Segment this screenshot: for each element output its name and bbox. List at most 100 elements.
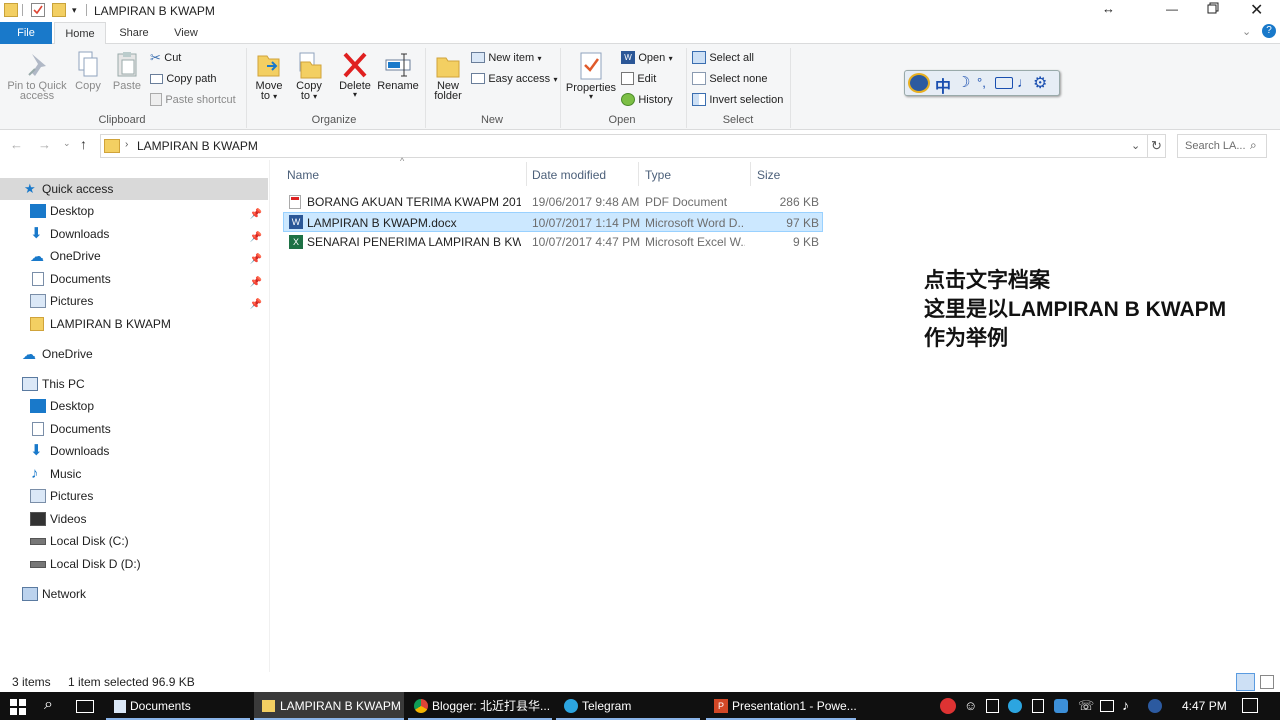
- breadcrumb-current[interactable]: LAMPIRAN B KWAPM: [137, 139, 258, 153]
- nav-pc-local-disk-c[interactable]: Local Disk (C:): [0, 530, 268, 552]
- column-header-type[interactable]: Type: [645, 166, 671, 184]
- taskbar-chrome[interactable]: Blogger: 北近打县华...: [408, 692, 552, 720]
- tab-file[interactable]: File: [0, 22, 52, 44]
- tray-person-icon[interactable]: ☺: [964, 698, 977, 713]
- action-center-icon[interactable]: [1242, 698, 1258, 713]
- tray-device-icon[interactable]: [1032, 699, 1044, 713]
- tray-chat-icon[interactable]: [1054, 699, 1068, 713]
- close-button[interactable]: ✕: [1250, 0, 1263, 20]
- new-folder-quick-icon[interactable]: [52, 3, 66, 17]
- cut-button[interactable]: ✂ Cut: [150, 48, 181, 66]
- customize-quick-access-icon[interactable]: ▾: [72, 5, 77, 16]
- ime-keyboard-icon[interactable]: [995, 77, 1013, 89]
- nav-quick-access[interactable]: ★ Quick access: [0, 178, 268, 200]
- tray-telegram-icon[interactable]: [1008, 699, 1022, 713]
- file-name[interactable]: LAMPIRAN B KWAPM.docx: [307, 213, 521, 233]
- taskbar-documents[interactable]: Documents: [106, 692, 250, 720]
- address-dropdown-icon[interactable]: ⌄: [1131, 139, 1140, 152]
- refresh-icon[interactable]: ↻: [1151, 138, 1162, 154]
- nav-pc-pictures[interactable]: Pictures: [0, 485, 268, 507]
- up-arrow-icon[interactable]: ↑: [80, 136, 87, 152]
- expand-ribbon-icon[interactable]: ⌄: [1242, 25, 1251, 38]
- ime-chinese-mode[interactable]: 中: [935, 73, 951, 97]
- edit-button[interactable]: Edit: [621, 69, 656, 87]
- properties-checkmark-icon[interactable]: [31, 3, 45, 17]
- select-none-button[interactable]: Select none: [692, 69, 767, 87]
- restore-button[interactable]: [1207, 2, 1219, 14]
- move-to-button[interactable]: Move to ▾: [252, 50, 286, 102]
- back-arrow-icon[interactable]: ←: [10, 137, 23, 152]
- column-divider[interactable]: [638, 162, 639, 186]
- details-view-icon[interactable]: [1236, 673, 1255, 691]
- ime-punctuation-icon[interactable]: °,: [977, 75, 986, 90]
- nav-qa-pictures[interactable]: Pictures 📌: [0, 290, 268, 312]
- large-icons-view-icon[interactable]: [1260, 675, 1274, 689]
- column-header-size[interactable]: Size: [757, 166, 780, 184]
- tab-home[interactable]: Home: [54, 22, 106, 45]
- nav-pc-music[interactable]: ♪ Music: [0, 463, 268, 485]
- ime-settings-gear-icon[interactable]: ⚙: [1033, 73, 1047, 93]
- tab-view[interactable]: View: [160, 22, 212, 44]
- new-folder-button[interactable]: New folder: [430, 50, 466, 102]
- ime-microphone-icon[interactable]: ♩: [1017, 74, 1031, 90]
- taskbar-powerpoint[interactable]: P Presentation1 - Powe...: [706, 692, 857, 720]
- rename-button[interactable]: Rename: [376, 50, 420, 92]
- nav-pc-videos[interactable]: Videos: [0, 508, 268, 530]
- nav-pc-documents[interactable]: Documents: [0, 418, 268, 440]
- taskbar-explorer-lampiran[interactable]: LAMPIRAN B KWAPM: [254, 692, 404, 720]
- ime-toolbar[interactable]: 中 ☽ °, ♩ ⚙: [904, 70, 1060, 96]
- tray-shield-icon[interactable]: [986, 699, 999, 713]
- nav-qa-lampiran[interactable]: LAMPIRAN B KWAPM: [0, 313, 268, 335]
- history-button[interactable]: History: [621, 90, 673, 108]
- minimize-button[interactable]: —: [1166, 2, 1178, 16]
- resize-arrows-icon[interactable]: ↔: [1102, 1, 1115, 16]
- taskbar-telegram[interactable]: Telegram: [556, 692, 700, 720]
- select-all-button[interactable]: Select all: [692, 48, 754, 66]
- nav-qa-onedrive[interactable]: ☁ OneDrive 📌: [0, 245, 268, 267]
- nav-qa-documents[interactable]: Documents 📌: [0, 268, 268, 290]
- new-item-button[interactable]: New item ▾: [471, 48, 542, 66]
- tray-bluetooth-icon[interactable]: ☏: [1078, 698, 1094, 714]
- tab-share[interactable]: Share: [108, 22, 160, 44]
- column-header-date[interactable]: Date modified: [532, 166, 606, 184]
- clock-time[interactable]: 4:47 PM: [1182, 692, 1227, 720]
- tray-network-icon[interactable]: [1100, 700, 1114, 712]
- easy-access-button[interactable]: Easy access ▾: [471, 69, 557, 87]
- table-row-selected[interactable]: W LAMPIRAN B KWAPM.docx 10/07/2017 1:14 …: [283, 212, 823, 232]
- table-row[interactable]: BORANG AKUAN TERIMA KWAPM 2017.... 19/06…: [283, 192, 823, 212]
- help-icon[interactable]: ?: [1262, 24, 1276, 38]
- nav-pc-local-disk-d[interactable]: Local Disk D (D:): [0, 553, 268, 575]
- task-view-icon[interactable]: [76, 700, 94, 713]
- search-input[interactable]: Search LA...: [1185, 140, 1246, 152]
- copy-path-button[interactable]: Copy path: [150, 69, 217, 87]
- column-divider[interactable]: [526, 162, 527, 186]
- search-box[interactable]: Search LA... ⌕: [1177, 134, 1267, 158]
- tray-ime-icon[interactable]: [1148, 699, 1162, 713]
- paste-shortcut-button[interactable]: Paste shortcut: [150, 90, 236, 108]
- tray-volume-icon[interactable]: ♪: [1122, 697, 1129, 713]
- properties-button[interactable]: Properties ▾: [564, 50, 618, 101]
- invert-selection-button[interactable]: Invert selection: [692, 90, 783, 108]
- file-name[interactable]: BORANG AKUAN TERIMA KWAPM 2017....: [307, 192, 521, 212]
- file-name[interactable]: SENARAI PENERIMA LAMPIRAN B KWAP...: [307, 232, 521, 252]
- address-bar[interactable]: › LAMPIRAN B KWAPM ⌄ ↻: [100, 134, 1166, 158]
- breadcrumb-chevron-icon[interactable]: ›: [125, 139, 128, 150]
- ime-moon-icon[interactable]: ☽: [957, 73, 970, 91]
- table-row[interactable]: X SENARAI PENERIMA LAMPIRAN B KWAP... 10…: [283, 232, 823, 252]
- pane-divider[interactable]: [269, 160, 270, 672]
- windows-start-icon[interactable]: [10, 699, 26, 715]
- delete-button[interactable]: Delete ▾: [336, 50, 374, 99]
- nav-qa-desktop[interactable]: Desktop 📌: [0, 200, 268, 222]
- copy-to-button[interactable]: Copy to ▾: [292, 50, 326, 102]
- recent-locations-icon[interactable]: ⌄: [63, 138, 71, 149]
- pin-to-quick-access-button[interactable]: Pin to Quick access: [4, 50, 70, 102]
- search-icon[interactable]: ⌕: [44, 696, 53, 714]
- column-header-name[interactable]: Name: [287, 166, 319, 184]
- search-icon[interactable]: ⌕: [1250, 138, 1257, 153]
- forward-arrow-icon[interactable]: →: [38, 137, 51, 152]
- tray-app-icon[interactable]: [940, 698, 956, 714]
- nav-this-pc[interactable]: This PC: [0, 373, 268, 395]
- nav-onedrive[interactable]: ☁ OneDrive: [0, 343, 268, 365]
- paste-button[interactable]: Paste: [110, 50, 144, 92]
- nav-qa-downloads[interactable]: ⬇ Downloads 📌: [0, 223, 268, 245]
